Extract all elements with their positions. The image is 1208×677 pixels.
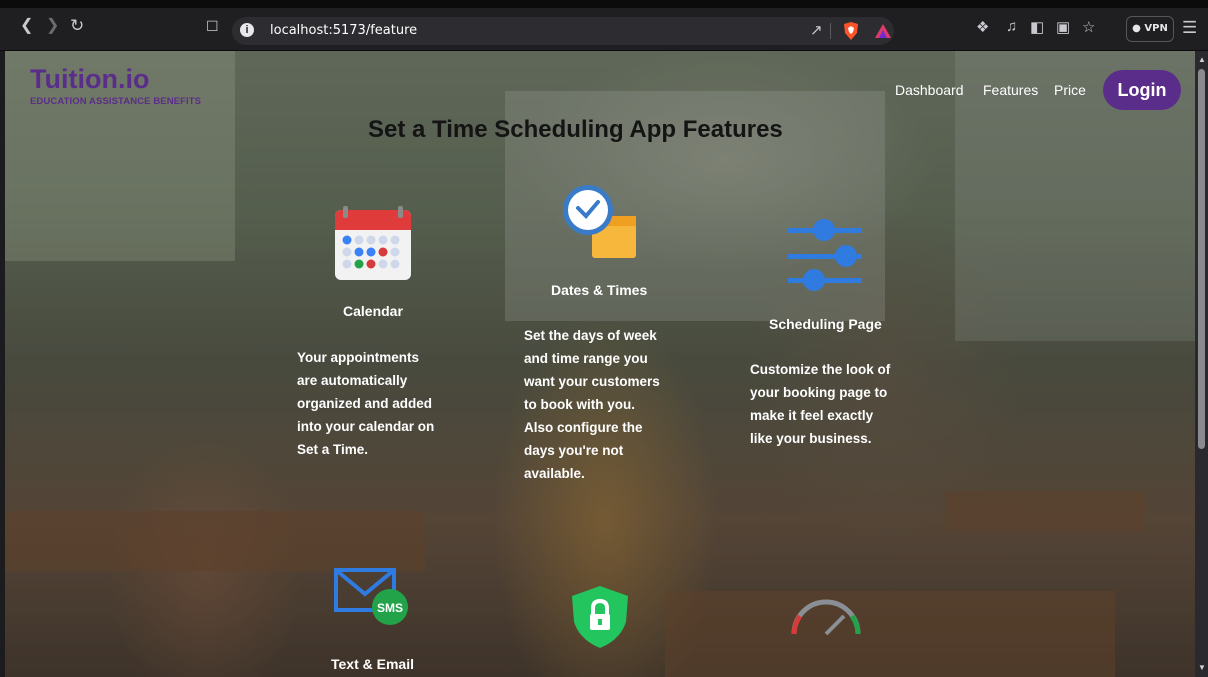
- browser-toolbar: ❮ ❯ ↻ ☐ i localhost:5173/feature ↗ ❖ ♫ ◧…: [0, 0, 1208, 51]
- sms-badge: SMS: [377, 601, 403, 615]
- window-top-bar: [0, 0, 1208, 8]
- clock-calendar-icon: [563, 185, 636, 258]
- scroll-thumb[interactable]: [1198, 69, 1205, 449]
- feature-title-text-email: Text & Email: [331, 656, 414, 672]
- desc-line: Set the days of week: [524, 328, 657, 343]
- media-icon[interactable]: ♫: [1006, 18, 1017, 35]
- feature-title-dates-times: Dates & Times: [551, 282, 648, 298]
- scroll-up-icon[interactable]: ▲: [1198, 55, 1206, 64]
- sliders-icon: [788, 219, 862, 291]
- forward-icon[interactable]: ❯: [46, 18, 59, 34]
- shield-lock-icon: [572, 586, 628, 648]
- sidebar-icon[interactable]: ◧: [1030, 18, 1044, 36]
- desc-line: organized and added: [297, 396, 433, 411]
- desc-line: are automatically: [297, 373, 408, 388]
- desc-line: Also configure the: [524, 420, 643, 435]
- desc-line: want your customers: [524, 374, 660, 389]
- desc-line: to book with you.: [524, 397, 635, 412]
- feature-desc-dates-times: Set the days of week and time range you …: [524, 324, 660, 485]
- login-button[interactable]: Login: [1103, 70, 1181, 110]
- bookmark-icon[interactable]: ☐: [206, 18, 219, 34]
- desc-line: available.: [524, 466, 585, 481]
- calendar-icon: [335, 206, 411, 280]
- brand-logo[interactable]: Tuition.io: [30, 65, 149, 93]
- brand-tagline: EDUCATION ASSISTANCE BENEFITS: [30, 96, 202, 107]
- mail-sms-icon: SMS: [334, 568, 408, 625]
- scroll-down-icon[interactable]: ▼: [1198, 663, 1206, 672]
- desc-line: days you're not: [524, 443, 624, 458]
- url-text[interactable]: localhost:5173/feature: [270, 23, 417, 38]
- menu-icon[interactable]: ☰: [1182, 18, 1197, 38]
- wallet-icon[interactable]: ▣: [1056, 18, 1070, 36]
- address-bar[interactable]: i localhost:5173/feature ↗: [232, 17, 894, 45]
- divider: [830, 23, 831, 39]
- nav-price[interactable]: Price: [1054, 82, 1086, 98]
- brave-shield-icon[interactable]: [842, 21, 860, 41]
- rewards-icon[interactable]: [874, 22, 892, 40]
- desc-line: make it feel exactly: [750, 408, 874, 423]
- desc-line: and time range you: [524, 351, 648, 366]
- back-icon[interactable]: ❮: [20, 18, 33, 34]
- desc-line: into your calendar on: [297, 419, 435, 434]
- desc-line: your booking page to: [750, 385, 888, 400]
- page-title: Set a Time Scheduling App Features: [368, 116, 783, 143]
- feature-desc-calendar: Your appointments are automatically orga…: [297, 346, 434, 461]
- nav-features[interactable]: Features: [983, 82, 1038, 98]
- feature-title-calendar: Calendar: [343, 303, 403, 319]
- extensions-icon[interactable]: ❖: [976, 18, 989, 36]
- desc-line: Customize the look of: [750, 362, 891, 377]
- site-info-icon[interactable]: i: [240, 23, 254, 37]
- nav-dashboard[interactable]: Dashboard: [895, 82, 964, 98]
- vpn-label: VPN: [1144, 23, 1168, 34]
- reload-icon[interactable]: ↻: [70, 17, 84, 34]
- feature-desc-scheduling-page: Customize the look of your booking page …: [750, 358, 890, 450]
- share-icon[interactable]: ↗: [810, 21, 823, 39]
- leo-icon[interactable]: ☆: [1082, 18, 1095, 36]
- desc-line: Your appointments: [297, 350, 420, 365]
- page-scrollbar[interactable]: ▲ ▼: [1195, 51, 1208, 677]
- desc-line: Set a Time.: [297, 442, 369, 457]
- desc-line: like your business.: [750, 431, 872, 446]
- gauge-icon: [791, 599, 861, 636]
- vpn-button[interactable]: ● VPN: [1126, 16, 1174, 42]
- feature-title-scheduling-page: Scheduling Page: [769, 316, 882, 332]
